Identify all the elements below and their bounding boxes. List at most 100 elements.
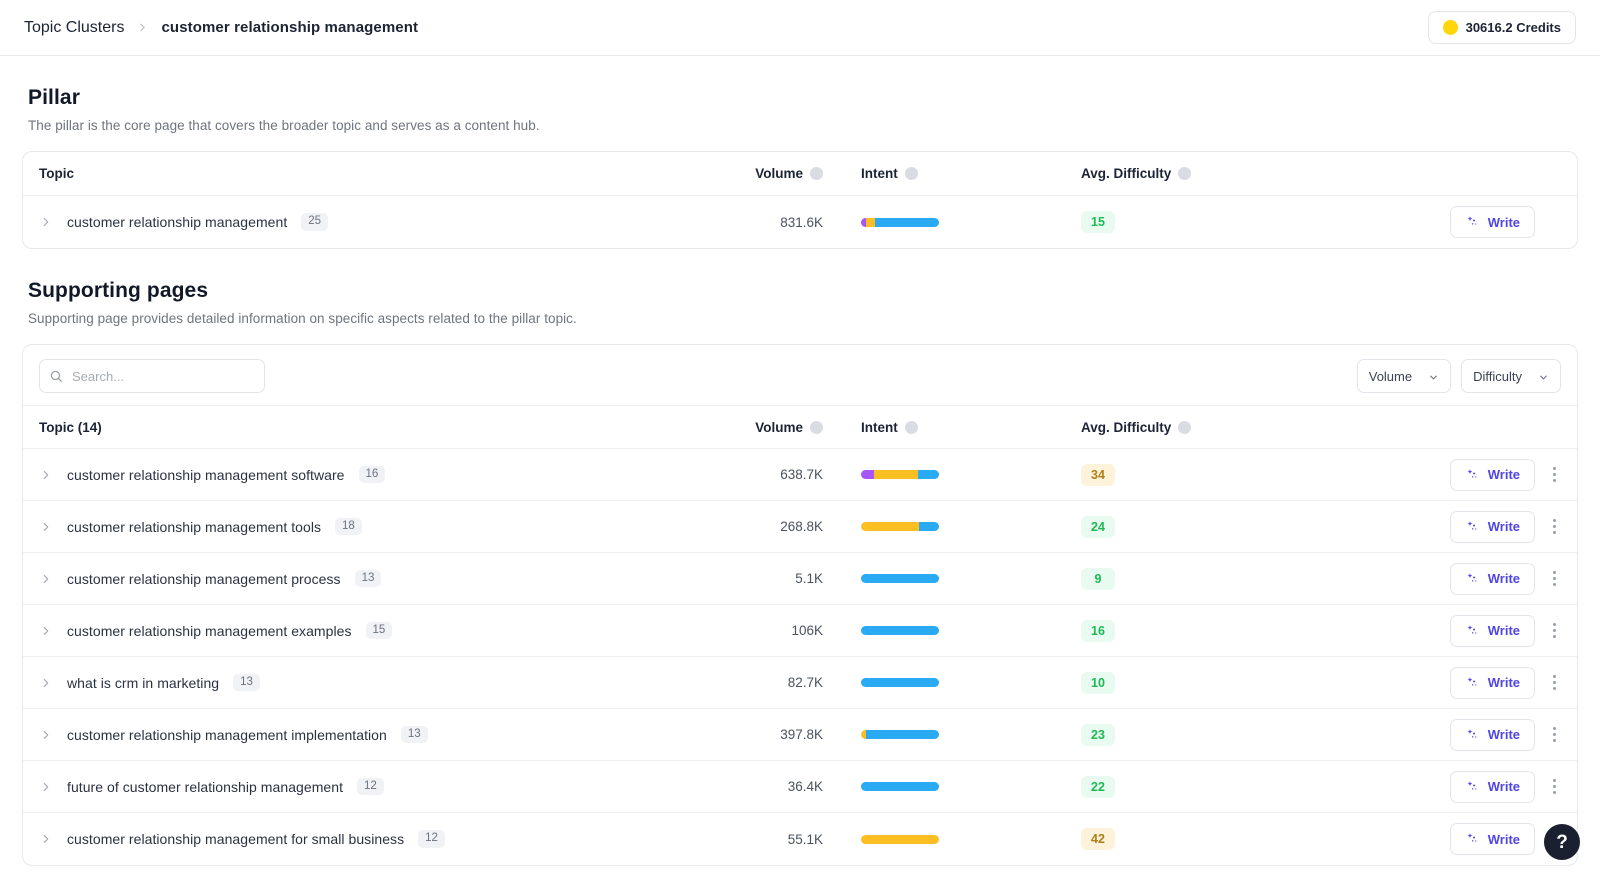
difficulty-badge: 34 <box>1081 463 1115 486</box>
intent-segment <box>861 626 939 635</box>
difficulty-cell: 16 <box>1033 619 1233 642</box>
pillar-rows: customer relationship management 25 831.6K… <box>23 196 1577 248</box>
intent-bar <box>861 217 939 227</box>
volume-value: 5.1K <box>795 571 823 586</box>
table-row[interactable]: future of customer relationship manageme… <box>23 761 1577 813</box>
write-button[interactable]: Write <box>1449 666 1535 699</box>
intent-bar <box>861 730 939 739</box>
search-icon <box>49 369 63 383</box>
write-button[interactable]: Write <box>1449 510 1535 543</box>
intent-bar <box>861 678 939 687</box>
search-box <box>39 359 265 393</box>
info-icon[interactable] <box>810 167 823 180</box>
breadcrumb-current: customer relationship management <box>161 19 419 36</box>
help-icon: ? <box>1556 831 1568 853</box>
info-icon[interactable] <box>1178 420 1192 434</box>
info-icon[interactable] <box>904 167 918 180</box>
table-row[interactable]: customer relationship management impleme… <box>23 709 1577 761</box>
write-button[interactable]: Write <box>1449 823 1535 855</box>
coin-icon <box>1442 20 1458 35</box>
write-button[interactable]: Write <box>1449 614 1535 647</box>
intent-segment <box>861 834 939 844</box>
row-menu-button[interactable] <box>1545 620 1563 642</box>
difficulty-badge: 10 <box>1081 671 1115 694</box>
volume-value: 106K <box>791 623 823 638</box>
sparkle-icon <box>1465 780 1479 794</box>
row-actions: Write <box>1233 458 1577 491</box>
supporting-table: Volume Difficulty Topic (14) Volume <box>22 344 1578 866</box>
help-button[interactable]: ? <box>1544 824 1580 860</box>
row-actions: Write <box>1233 666 1577 699</box>
filter-volume-button[interactable]: Volume <box>1356 359 1452 393</box>
expand-chevron-icon[interactable] <box>39 676 53 690</box>
row-menu-button[interactable] <box>1545 776 1563 798</box>
info-icon[interactable] <box>1178 167 1192 180</box>
expand-chevron-icon[interactable] <box>39 215 53 229</box>
table-row[interactable]: what is crm in marketing 13 82.7K 10 Write <box>23 657 1577 709</box>
topic-name[interactable]: customer relationship management softwar… <box>67 467 345 483</box>
write-button[interactable]: Write <box>1449 562 1535 595</box>
table-row[interactable]: customer relationship management 25 831.6K… <box>23 196 1577 248</box>
credits-badge[interactable]: 30616.2 Credits <box>1427 11 1576 44</box>
write-button-label: Write <box>1487 831 1520 847</box>
expand-chevron-icon[interactable] <box>39 832 53 846</box>
search-input[interactable] <box>39 359 265 393</box>
difficulty-cell: 22 <box>1033 775 1233 798</box>
sparkle-icon <box>1465 520 1479 534</box>
breadcrumb-root-link[interactable]: Topic Clusters <box>24 19 124 37</box>
filter-group: Volume Difficulty <box>1356 359 1561 393</box>
table-row[interactable]: customer relationship management process… <box>23 553 1577 605</box>
topic-cell: customer relationship management example… <box>23 621 683 640</box>
topic-name[interactable]: what is crm in marketing <box>67 675 219 691</box>
expand-chevron-icon[interactable] <box>39 780 53 794</box>
expand-chevron-icon[interactable] <box>39 468 53 482</box>
table-row[interactable]: customer relationship management example… <box>23 605 1577 657</box>
topic-name[interactable]: future of customer relationship manageme… <box>67 779 343 795</box>
topic-name[interactable]: customer relationship management impleme… <box>67 727 387 743</box>
intent-cell <box>823 678 1033 687</box>
keyword-count-badge: 18 <box>335 517 362 536</box>
column-header-volume: Volume <box>683 166 823 181</box>
intent-segment <box>861 678 939 687</box>
intent-cell <box>823 217 1033 227</box>
topic-cell: customer relationship management 25 <box>23 213 683 231</box>
expand-chevron-icon[interactable] <box>39 728 53 742</box>
table-row[interactable]: customer relationship management softwar… <box>23 449 1577 501</box>
intent-segment <box>875 217 939 227</box>
intent-bar <box>861 626 939 635</box>
column-header-difficulty-label: Avg. Difficulty <box>1081 419 1172 435</box>
info-icon[interactable] <box>904 420 918 434</box>
topic-name[interactable]: customer relationship management tools <box>67 519 321 535</box>
intent-bar <box>861 834 939 844</box>
expand-chevron-icon[interactable] <box>39 624 53 638</box>
table-row[interactable]: customer relationship management for sma… <box>23 813 1577 865</box>
topic-name[interactable]: customer relationship management process <box>67 571 341 587</box>
column-header-difficulty: Avg. Difficulty <box>1033 166 1233 181</box>
write-button[interactable]: Write <box>1449 458 1535 491</box>
table-row[interactable]: customer relationship management tools 18… <box>23 501 1577 553</box>
write-button[interactable]: Write <box>1449 770 1535 803</box>
difficulty-cell: 24 <box>1033 515 1233 538</box>
topic-name[interactable]: customer relationship management for sma… <box>67 831 404 847</box>
row-menu-button[interactable] <box>1545 724 1563 746</box>
row-menu-button[interactable] <box>1545 568 1563 590</box>
chevron-down-icon <box>1538 371 1549 382</box>
chevron-right-icon <box>136 21 149 34</box>
write-button[interactable]: Write <box>1449 718 1535 751</box>
topic-name[interactable]: customer relationship management <box>67 214 287 230</box>
intent-cell <box>823 782 1033 791</box>
chevron-down-icon <box>1428 371 1439 382</box>
expand-chevron-icon[interactable] <box>39 520 53 534</box>
expand-chevron-icon[interactable] <box>39 572 53 586</box>
supporting-subtitle: Supporting page provides detailed inform… <box>28 311 577 326</box>
row-menu-button[interactable] <box>1545 672 1563 694</box>
topic-name[interactable]: customer relationship management example… <box>67 623 352 639</box>
write-button[interactable]: Write <box>1449 206 1535 238</box>
row-menu-button[interactable] <box>1545 516 1563 538</box>
filter-difficulty-button[interactable]: Difficulty <box>1461 359 1561 393</box>
breadcrumb: Topic Clusters customer relationship man… <box>24 19 418 37</box>
column-header-topic-label: Topic <box>39 166 74 181</box>
row-menu-button[interactable] <box>1545 464 1563 486</box>
info-icon[interactable] <box>810 420 823 434</box>
write-button-label: Write <box>1487 519 1520 534</box>
